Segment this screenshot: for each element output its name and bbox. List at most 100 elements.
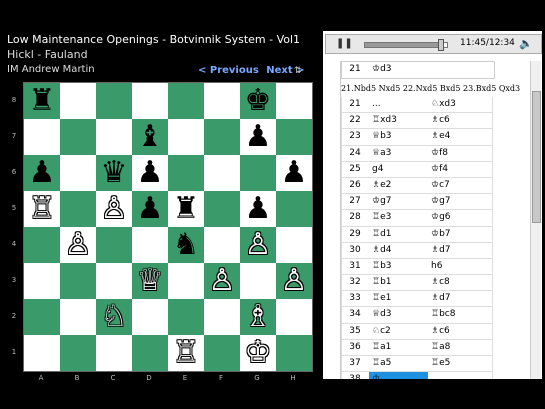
white-pawn[interactable]: ♙	[204, 263, 240, 299]
move-row[interactable]: 31 ♖b3 h6	[341, 258, 493, 276]
board-square[interactable]	[204, 191, 240, 227]
board-square[interactable]	[60, 83, 96, 119]
white-move[interactable]: ♖xd3	[372, 115, 397, 125]
move-row[interactable]: 23 ♕b3 ♗e4	[341, 129, 493, 146]
move-row[interactable]: 35 ♘c2 ♗c6	[341, 323, 493, 340]
white-move[interactable]: ♖d1	[372, 229, 392, 239]
white-move[interactable]: ♖e1	[372, 293, 391, 303]
board-square[interactable]	[60, 155, 96, 191]
board-square[interactable]	[276, 83, 312, 119]
black-move[interactable]: ♖bc8	[431, 309, 455, 319]
chess-board[interactable]: ♜ ♚ ♝ ♟ ♟ ♛ ♟ ♟ ♖ ♙ ♟ ♜ ♟ ♙ ♞ ♙ ♕ ♙ ♙ ♘ ♗ ♖ ♔	[23, 82, 313, 372]
board-square[interactable]	[24, 335, 60, 371]
board-square[interactable]	[24, 263, 60, 299]
board-square[interactable]	[240, 263, 276, 299]
board-square[interactable]	[96, 335, 132, 371]
black-move[interactable]: ♔f4	[431, 164, 448, 174]
white-move[interactable]: ♕a3	[372, 148, 391, 158]
board-square[interactable]	[132, 299, 168, 335]
black-bishop[interactable]: ♝	[132, 119, 168, 155]
black-rook[interactable]: ♜	[168, 191, 204, 227]
board-square[interactable]	[204, 119, 240, 155]
move-row[interactable]: 26 ♗e2 ♔c7	[341, 177, 493, 195]
black-move[interactable]: ♗c6	[431, 326, 450, 336]
move-row[interactable]: 34 ♕d3 ♖bc8	[341, 307, 493, 324]
move-row[interactable]: 21... ♘xd3	[341, 97, 493, 114]
board-square[interactable]	[24, 299, 60, 335]
board-square[interactable]	[96, 227, 132, 263]
board-square[interactable]	[60, 335, 96, 371]
black-move[interactable]: ♔g7	[431, 196, 451, 206]
board-square[interactable]	[204, 335, 240, 371]
board-square[interactable]	[132, 335, 168, 371]
white-move[interactable]: ♖e3	[372, 212, 391, 222]
white-king[interactable]: ♔	[240, 335, 276, 371]
board-square[interactable]	[168, 299, 204, 335]
board-square[interactable]	[24, 119, 60, 155]
black-move[interactable]: ♗e4	[431, 131, 450, 141]
white-move[interactable]: ♘c2	[372, 326, 391, 336]
white-move[interactable]: ♗d4	[372, 245, 392, 255]
black-pawn[interactable]: ♟	[24, 155, 60, 191]
board-square[interactable]	[168, 119, 204, 155]
seek-bar-handle[interactable]	[438, 39, 445, 51]
white-move[interactable]: ♖a1	[372, 342, 391, 352]
black-move[interactable]: ♗c8	[431, 277, 450, 287]
white-move[interactable]: ♔g7	[372, 196, 392, 206]
move-row[interactable]: 29 ♖d1 ♔b7	[341, 226, 493, 243]
pause-icon[interactable]: ❚❚	[336, 38, 353, 49]
black-move[interactable]: ♗d7	[431, 245, 451, 255]
white-pawn[interactable]: ♙	[96, 191, 132, 227]
board-square[interactable]	[168, 83, 204, 119]
move-row[interactable]: 28 ♖e3 ♔g6	[341, 210, 493, 227]
board-square[interactable]	[96, 263, 132, 299]
white-move[interactable]: ♔d3	[372, 64, 392, 74]
board-square[interactable]	[96, 83, 132, 119]
black-rook[interactable]: ♜	[24, 83, 60, 119]
move-row[interactable]: 36 ♖a1 ♖a8	[341, 339, 493, 356]
black-pawn[interactable]: ♟	[240, 191, 276, 227]
move-row[interactable]: 32 ♖b1 ♗c8	[341, 275, 493, 292]
board-square[interactable]	[204, 83, 240, 119]
white-rook[interactable]: ♖	[24, 191, 60, 227]
white-move[interactable]: ...	[372, 99, 381, 109]
black-move[interactable]: ♖e5	[431, 358, 450, 368]
board-square[interactable]	[60, 263, 96, 299]
board-square[interactable]	[60, 191, 96, 227]
white-pawn[interactable]: ♙	[276, 263, 312, 299]
previous-button[interactable]: < Previous	[198, 65, 259, 76]
board-square[interactable]	[276, 191, 312, 227]
white-move[interactable]: ♔	[372, 374, 380, 379]
board-square[interactable]	[132, 83, 168, 119]
move-row[interactable]: 25 g4 ♔f4	[341, 161, 493, 178]
white-move[interactable]: ♕b3	[372, 131, 392, 141]
board-square[interactable]	[240, 155, 276, 191]
board-square[interactable]	[204, 227, 240, 263]
board-square[interactable]	[96, 119, 132, 155]
white-move[interactable]: g4	[372, 164, 383, 174]
speaker-icon[interactable]: 🔈	[519, 37, 533, 50]
move-row[interactable]: 27 ♔g7 ♔g7	[341, 194, 493, 211]
black-move[interactable]: ♔c7	[431, 180, 450, 190]
white-knight[interactable]: ♘	[96, 299, 132, 335]
white-move[interactable]: ♗e2	[372, 180, 391, 190]
move-row[interactable]: 33 ♖e1 ♗d7	[341, 291, 493, 308]
board-square[interactable]	[276, 119, 312, 155]
black-pawn[interactable]: ♟	[240, 119, 276, 155]
black-king[interactable]: ♚	[240, 83, 276, 119]
move-row[interactable]: 21 ♔d3	[341, 61, 495, 79]
black-knight[interactable]: ♞	[168, 227, 204, 263]
board-square[interactable]	[204, 299, 240, 335]
board-square[interactable]	[276, 299, 312, 335]
black-move[interactable]: ♔b7	[431, 229, 451, 239]
black-queen[interactable]: ♛	[96, 155, 132, 191]
move-row[interactable]: 37 ♖a5 ♖e5	[341, 356, 493, 373]
black-pawn[interactable]: ♟	[276, 155, 312, 191]
board-square[interactable]	[168, 263, 204, 299]
board-square[interactable]	[60, 299, 96, 335]
move-row[interactable]: 22 ♖xd3 ♗c6	[341, 113, 493, 130]
white-pawn[interactable]: ♙	[240, 227, 276, 263]
board-square[interactable]	[168, 155, 204, 191]
move-row[interactable]: 24 ♕a3 ♔f8	[341, 145, 493, 162]
move-list-scrollbar[interactable]	[530, 61, 541, 379]
